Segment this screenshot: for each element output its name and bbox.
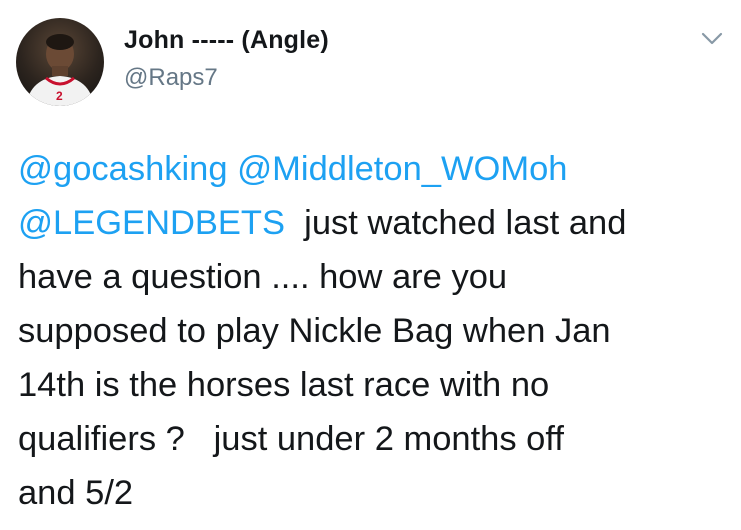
tweet-text-line: just watched last and [285,204,627,242]
tweet-body: @gocashking @Middleton_WOMoh @LEGENDBETS… [18,142,733,520]
tweet-card: 2 John ----- (Angle) @Raps7 @gocashking … [0,0,741,530]
author-handle[interactable]: @Raps7 [124,64,218,92]
mention-link[interactable]: @LEGENDBETS [18,204,285,242]
mention-link[interactable]: @gocashking [18,150,228,188]
svg-text:2: 2 [56,89,63,103]
chevron-down-icon[interactable] [700,30,724,48]
avatar-photo-icon: 2 [26,34,94,106]
mention-link[interactable]: @Middleton_WOMoh [237,150,567,188]
author-display-name[interactable]: John ----- (Angle) [124,26,329,55]
author-avatar[interactable]: 2 [16,18,104,106]
tweet-text-rest: have a question .... how are you suppose… [18,258,611,512]
